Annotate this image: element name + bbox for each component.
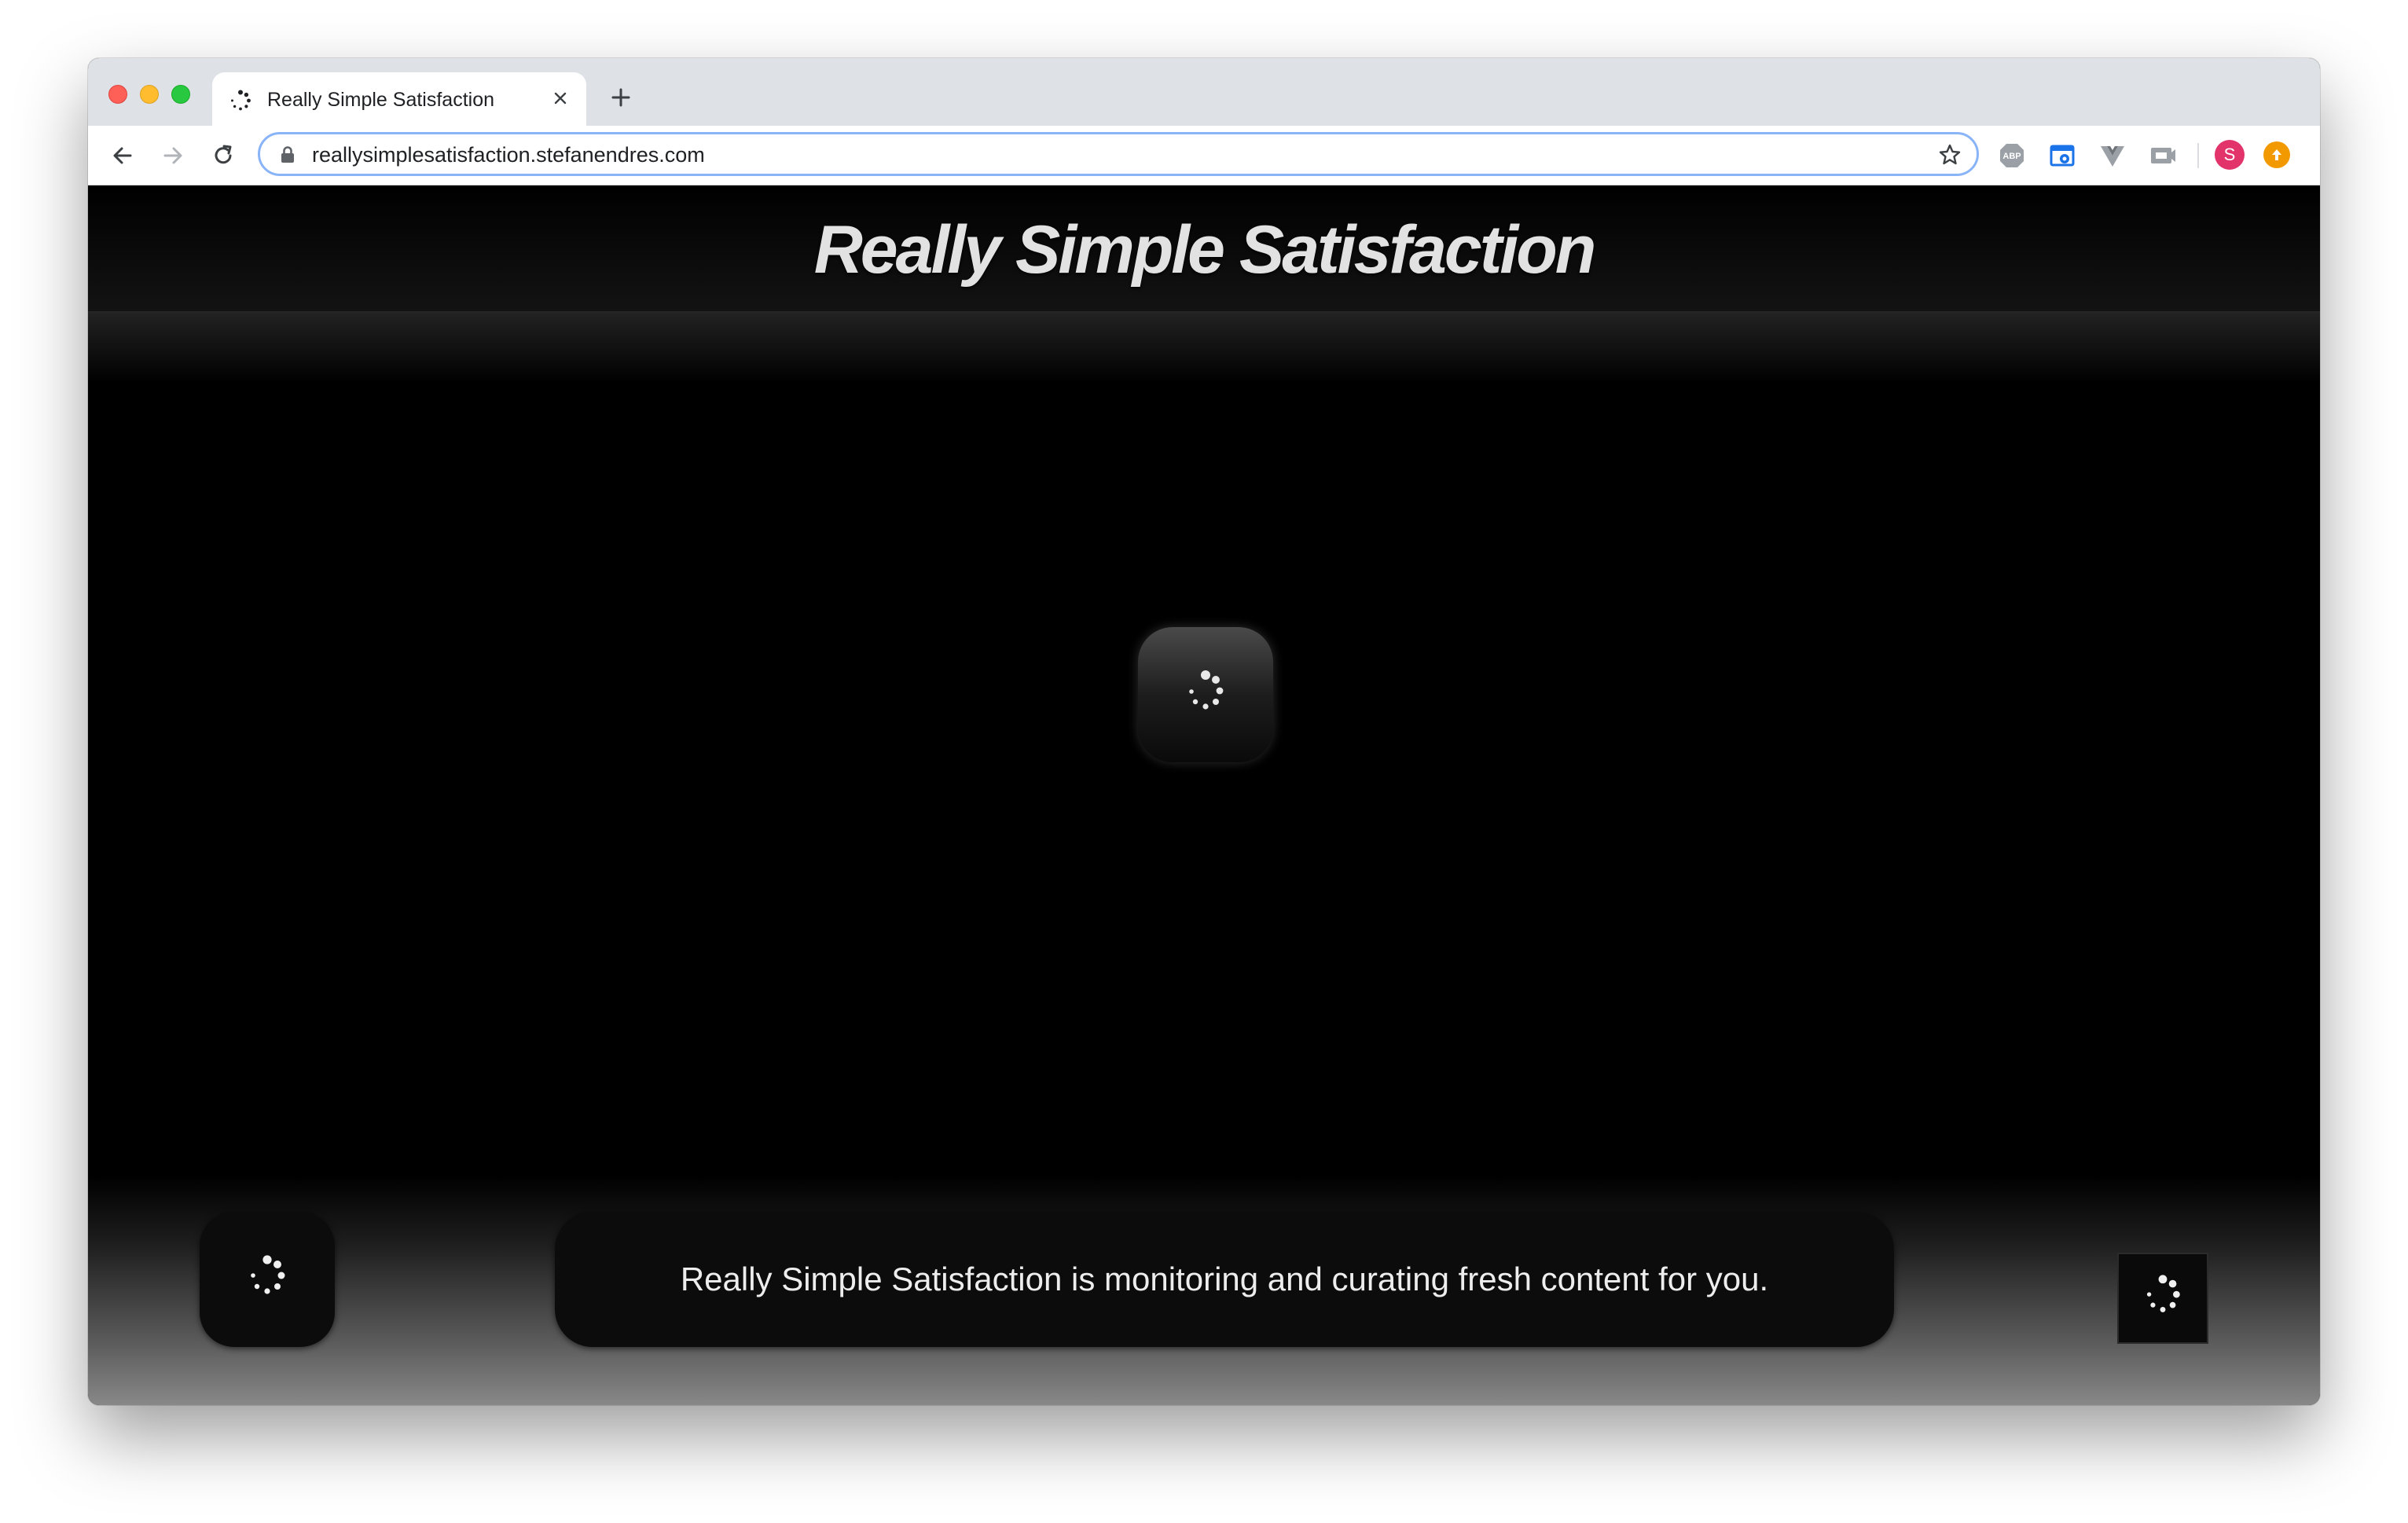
- address-bar[interactable]: reallysimplesatisfaction.stefanendres.co…: [258, 132, 1979, 176]
- bookmark-star-icon[interactable]: [1937, 142, 1962, 167]
- browser-toolbar: reallysimplesatisfaction.stefanendres.co…: [88, 126, 2320, 185]
- screenshot-extension-icon[interactable]: [2048, 141, 2076, 170]
- minimize-window-button[interactable]: [140, 85, 159, 104]
- fullscreen-window-button[interactable]: [171, 85, 190, 104]
- bottom-right-loader-button[interactable]: [2117, 1253, 2208, 1344]
- status-message: Really Simple Satisfaction is monitoring…: [680, 1261, 1769, 1297]
- status-message-panel: Really Simple Satisfaction is monitoring…: [555, 1212, 1894, 1347]
- cast-extension-icon[interactable]: [2149, 141, 2177, 170]
- update-available-icon[interactable]: [2263, 141, 2290, 168]
- close-window-button[interactable]: [108, 85, 127, 104]
- lock-icon: [279, 145, 296, 164]
- center-loading-tile: [1138, 627, 1273, 762]
- site-header: Really Simple Satisfaction: [88, 185, 2320, 313]
- url-text: reallysimplesatisfaction.stefanendres.co…: [312, 143, 705, 167]
- svg-text:ABP: ABP: [2002, 152, 2021, 161]
- new-tab-icon[interactable]: [607, 83, 635, 112]
- active-tab[interactable]: Really Simple Satisfaction: [212, 72, 586, 126]
- close-tab-icon[interactable]: [549, 86, 572, 110]
- loading-spinner-icon: [229, 90, 251, 112]
- forward-arrow-icon[interactable]: [157, 140, 189, 171]
- back-arrow-icon[interactable]: [107, 140, 138, 171]
- abp-icon[interactable]: ABP: [1998, 141, 2026, 170]
- loading-spinner-icon: [2140, 1274, 2186, 1323]
- profile-avatar[interactable]: S: [2215, 140, 2245, 170]
- reload-icon[interactable]: [207, 140, 239, 171]
- loading-spinner-icon: [244, 1254, 291, 1305]
- toolbar-divider: [2197, 143, 2199, 168]
- header-shadow: [88, 313, 2320, 384]
- tab-title: Really Simple Satisfaction: [267, 89, 495, 111]
- vue-devtools-icon[interactable]: [2098, 141, 2127, 170]
- bottom-left-loader-button[interactable]: [200, 1212, 335, 1347]
- loading-spinner-icon: [1182, 670, 1229, 721]
- tab-strip: Really Simple Satisfaction: [88, 58, 2320, 126]
- page-title: Really Simple Satisfaction: [813, 212, 1597, 288]
- page-viewport: Really Simple Satisfaction Really Simple…: [88, 185, 2320, 1405]
- browser-window: Really Simple Satisfaction reallysimples…: [88, 58, 2320, 1405]
